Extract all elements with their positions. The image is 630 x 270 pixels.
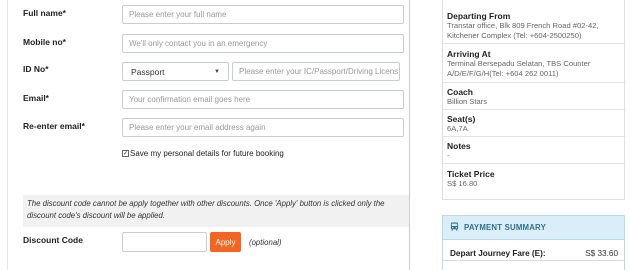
- notes-title: Notes: [447, 141, 471, 151]
- seats-section: Seat(s) 6A,7A: [443, 110, 626, 137]
- id-number-input[interactable]: Please enter your IC/Passport/Driving Li…: [232, 62, 400, 81]
- mobile-label: Mobile no*: [23, 37, 66, 47]
- departing-line-1: Transtar office, Blk 809 French Road #02…: [447, 21, 599, 30]
- id-type-value: Passport: [131, 66, 165, 77]
- optional-label: (optional): [249, 238, 282, 247]
- payment-summary-title: PAYMENT SUMMARY: [464, 223, 546, 232]
- email-label: Email*: [23, 93, 49, 103]
- arriving-section: Arriving At Terminal Bersepadu Selatan, …: [443, 44, 626, 83]
- departing-line-2: Kitchener Complex (Tel: +604-2500250): [447, 31, 582, 40]
- email-input[interactable]: Your confirmation email goes here: [122, 90, 404, 109]
- save-details-checkbox-row[interactable]: ✓ Save my personal details for future bo…: [122, 149, 284, 158]
- mobile-input[interactable]: We'll only contact you in an emergency: [122, 34, 404, 53]
- full-name-label: Full name*: [23, 8, 66, 18]
- departing-title: Departing From: [447, 11, 511, 21]
- arriving-line-2: A/D/E/F/G/H(Tel: +604 262 0011): [447, 69, 559, 78]
- id-type-select[interactable]: Passport ▼: [122, 62, 229, 81]
- reenter-email-label: Re-enter email*: [23, 121, 85, 131]
- ticket-price-title: Ticket Price: [447, 169, 495, 179]
- discount-code-input[interactable]: [122, 232, 207, 252]
- discount-notice: The discount code cannot be apply togeth…: [23, 195, 409, 227]
- apply-button[interactable]: Apply: [210, 232, 241, 252]
- id-no-label: ID No*: [23, 64, 49, 74]
- reenter-email-input[interactable]: Please enter your email address again: [122, 118, 404, 137]
- coach-title: Coach: [447, 87, 473, 97]
- trip-summary: Departing From Transtar office, Blk 809 …: [442, 0, 626, 200]
- departing-section: Departing From Transtar office, Blk 809 …: [443, 0, 626, 44]
- payment-summary-header: PAYMENT SUMMARY: [443, 216, 624, 240]
- seats-title: Seat(s): [447, 114, 476, 124]
- chevron-down-icon: ▼: [214, 68, 220, 75]
- payment-summary: PAYMENT SUMMARY Depart Journey Fare (E):…: [442, 215, 625, 270]
- depart-fare-value: S$ 33.60: [585, 249, 618, 258]
- payment-divider: [443, 260, 624, 261]
- save-details-label: Save my personal details for future book…: [130, 149, 284, 158]
- save-details-checkbox[interactable]: ✓: [122, 150, 129, 157]
- passenger-form: Full name* Please enter your full name M…: [7, 0, 410, 270]
- depart-fare-label: Depart Journey Fare (E):: [450, 249, 546, 258]
- ticket-price-section: Ticket Price S$ 16.80: [443, 164, 626, 200]
- bus-icon: [450, 222, 459, 233]
- notes-section: Notes -: [443, 137, 626, 164]
- ticket-price-value: S$ 16.80: [447, 179, 478, 188]
- coach-value: Billion Stars: [447, 97, 488, 106]
- discount-code-label: Discount Code: [23, 235, 83, 245]
- arriving-line-1: Terminal Bersepadu Selatan, TBS Counter: [447, 59, 591, 68]
- arriving-title: Arriving At: [447, 49, 491, 59]
- full-name-input[interactable]: Please enter your full name: [122, 5, 404, 24]
- coach-section: Coach Billion Stars: [443, 83, 626, 110]
- notes-value: -: [447, 151, 450, 160]
- seats-value: 6A,7A: [447, 124, 468, 133]
